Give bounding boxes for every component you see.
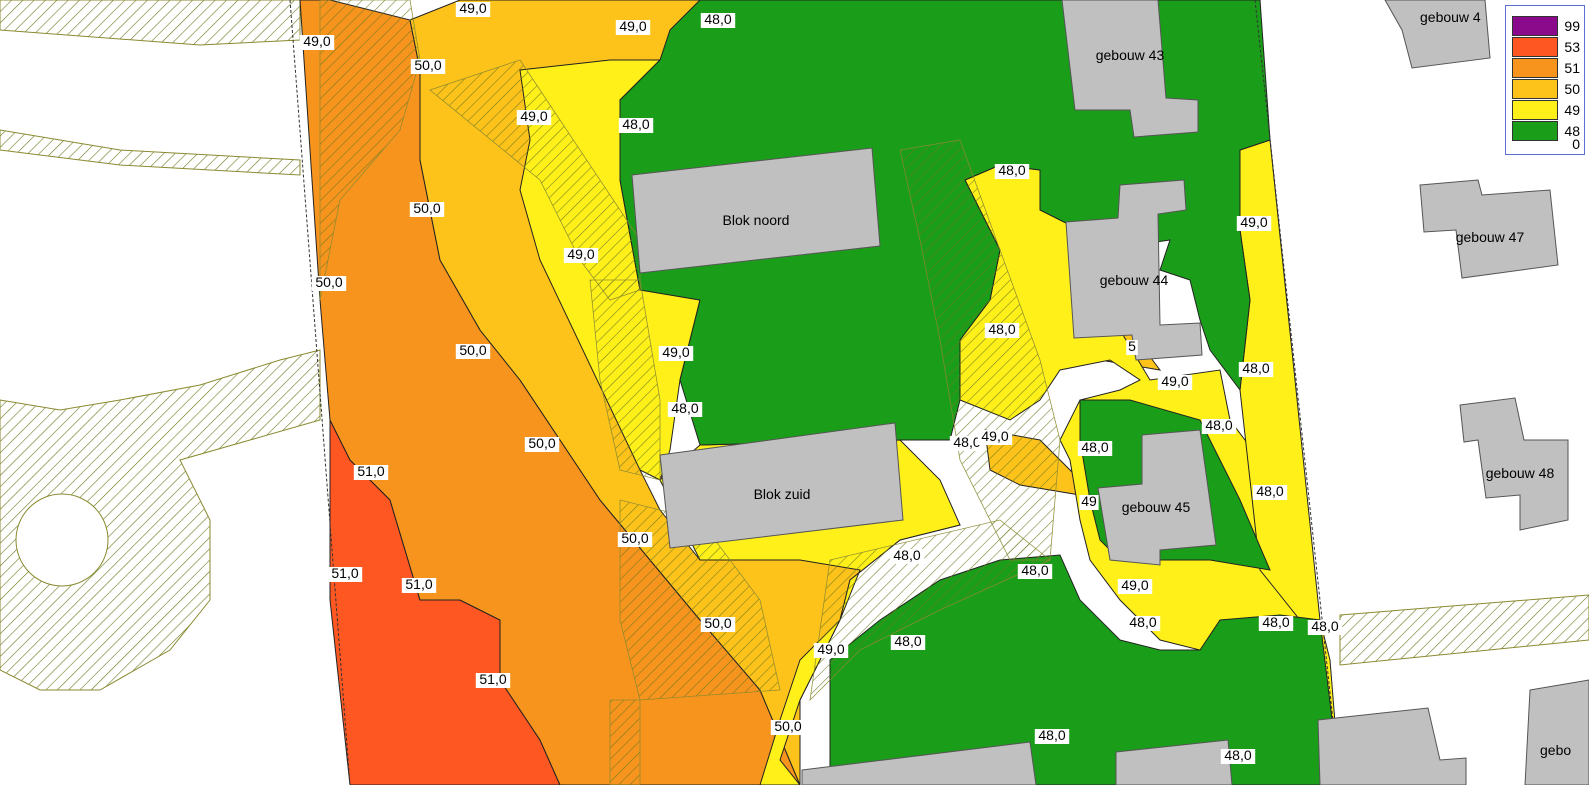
legend-label: 51	[1564, 60, 1580, 76]
contour-label: 48,0	[704, 11, 731, 27]
contour-label: 48,0	[1081, 439, 1108, 455]
contour-label: 51,0	[405, 576, 432, 592]
legend-item: 51	[1512, 58, 1580, 78]
label-gebouw-4x: gebouw 4	[1420, 9, 1481, 25]
contour-label: 50,0	[315, 274, 342, 290]
contour-label: 49	[1081, 493, 1097, 509]
contour-label: 48,0	[1256, 483, 1283, 499]
legend-swatch	[1512, 79, 1558, 99]
contour-label: 48,0	[1262, 614, 1289, 630]
label-gebouw-47: gebouw 47	[1456, 229, 1525, 245]
contour-label: 50,0	[459, 342, 486, 358]
contour-label: 49,0	[1161, 373, 1188, 389]
building-edge	[1524, 679, 1589, 785]
contour-label: 50,0	[774, 718, 801, 734]
label-blok-noord: Blok noord	[723, 212, 790, 228]
contour-label: 49,0	[1121, 577, 1148, 593]
contour-label: 49,0	[459, 0, 486, 16]
contour-label: 48,0	[1038, 727, 1065, 743]
label-gebouw-48: gebouw 48	[1486, 465, 1555, 481]
legend-item: 99	[1512, 16, 1580, 36]
contour-label: 48,0	[671, 400, 698, 416]
legend-item: 50	[1512, 79, 1580, 99]
legend-swatch	[1512, 58, 1558, 78]
contour-label: 49,0	[567, 246, 594, 262]
contour-label: 49,0	[662, 344, 689, 360]
building-bottom-3	[1317, 707, 1467, 785]
legend-label: 99	[1564, 18, 1580, 34]
contour-label: 49,0	[520, 108, 547, 124]
label-gebouw-45: gebouw 45	[1122, 499, 1191, 515]
legend-swatch	[1512, 100, 1558, 120]
contour-label: 48,0	[893, 547, 920, 563]
legend-label: 53	[1564, 39, 1580, 55]
contour-label: 48,0	[622, 116, 649, 132]
contour-label: 50,0	[621, 530, 648, 546]
legend-swatch	[1512, 37, 1558, 57]
legend: 99 53 51 50 49 48 0	[1505, 5, 1585, 155]
contour-label: 5	[1128, 338, 1136, 354]
contour-label: 51,0	[357, 463, 384, 479]
label-gebouw-44: gebouw 44	[1100, 272, 1169, 288]
legend-label: 50	[1564, 81, 1580, 97]
contour-label: 49,0	[1240, 214, 1267, 230]
contour-label: 49,0	[817, 641, 844, 657]
label-gebouw-edge: gebo	[1540, 742, 1571, 758]
building-gebouw-48	[1459, 397, 1569, 531]
legend-label: 0	[1572, 136, 1580, 152]
contour-label: 49,0	[981, 428, 1008, 444]
legend-label: 49	[1564, 102, 1580, 118]
contour-label: 51,0	[331, 565, 358, 581]
contour-label: 48,0	[953, 434, 980, 450]
legend-item: 53	[1512, 37, 1580, 57]
legend-item: 49	[1512, 100, 1580, 120]
contour-label: 50,0	[414, 57, 441, 73]
contour-label: 48,0	[998, 162, 1025, 178]
contour-label: 48,0	[1205, 417, 1232, 433]
legend-item: 0	[1512, 134, 1580, 154]
contour-label: 50,0	[528, 435, 555, 451]
contour-label: 48,0	[1224, 747, 1251, 763]
contour-label: 50,0	[413, 200, 440, 216]
contour-label: 51,0	[479, 671, 506, 687]
label-blok-zuid: Blok zuid	[754, 486, 811, 502]
label-gebouw-43: gebouw 43	[1096, 47, 1165, 63]
contour-label: 48,0	[1242, 360, 1269, 376]
contour-label: 50,0	[704, 615, 731, 631]
contour-label: 48,0	[1311, 618, 1338, 634]
contour-label: 48,0	[1129, 614, 1156, 630]
legend-swatch	[1512, 16, 1558, 36]
contour-label: 48,0	[988, 321, 1015, 337]
contour-label: 48,0	[1021, 562, 1048, 578]
noise-contour-map: Blok noord Blok zuid gebouw 43 gebouw 44…	[0, 0, 1589, 785]
contour-label: 48,0	[894, 633, 921, 649]
contour-label: 49,0	[619, 18, 646, 34]
contour-label: 49,0	[303, 33, 330, 49]
